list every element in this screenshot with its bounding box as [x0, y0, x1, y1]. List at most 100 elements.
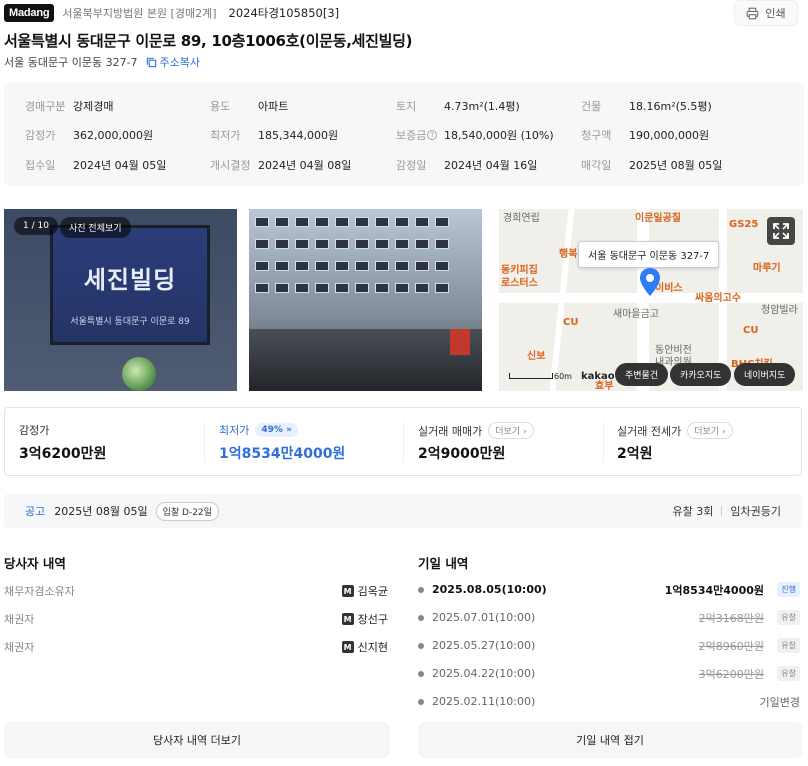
notice-date: 2025년 08월 05일 — [54, 505, 148, 518]
more-button[interactable]: 더보기 › — [687, 422, 733, 439]
brand-logo[interactable]: Madang — [4, 4, 55, 22]
logo-emblem — [122, 357, 156, 391]
info-label: 경매구분 — [25, 100, 66, 113]
copy-icon — [146, 57, 156, 67]
view-all-photos-button[interactable]: 사진 전체보기 — [60, 217, 131, 238]
info-appraisal: 감정가 362,000,000원 — [25, 127, 153, 143]
price-summary-panel: 감정가 3억6200만원 최저가 49% » 1억8534만4000원 실거래 매… — [4, 407, 802, 476]
status-badge: 유찰 — [777, 638, 800, 653]
more-label: 더보기 — [694, 427, 720, 437]
status-badge: 유찰 — [777, 666, 800, 681]
copy-address-button[interactable]: 주소복사 — [146, 54, 200, 70]
map-label: CU — [563, 317, 579, 328]
divider — [603, 422, 604, 462]
copy-address-label: 주소복사 — [159, 56, 201, 69]
price-label-text: 실거래 전세가 — [617, 424, 682, 438]
bid-dday-badge: 입찰 D-22일 — [155, 501, 219, 521]
nearby-items-button[interactable]: 주변물건 — [615, 363, 669, 386]
status-dot — [418, 642, 424, 649]
info-label-text: 보증금 — [396, 129, 427, 142]
info-received: 접수일 2024년 04월 05일 — [25, 157, 166, 173]
price-label: 실거래 매매가 더보기 › — [418, 422, 534, 439]
lease-register-label: 임차권등기 — [730, 505, 781, 518]
price-label: 실거래 전세가 더보기 › — [617, 422, 733, 439]
store-sign — [450, 329, 470, 355]
property-photo-2[interactable] — [249, 209, 482, 391]
location-map[interactable]: 경희연립 이문일공칠 GS25 행복 동키피집 로스터스 이비스 마루기 싸움의… — [499, 209, 803, 391]
member-icon: M — [341, 585, 354, 597]
window-row — [249, 217, 482, 227]
history-fold-button[interactable]: 기일 내역 접기 — [418, 722, 802, 758]
naver-map-button[interactable]: 네이버지도 — [734, 363, 796, 386]
discount-percent: 49% — [261, 425, 283, 435]
parties-title: 당사자 내역 — [4, 556, 66, 571]
party-name: 김옥균 — [357, 585, 388, 598]
auction-info-panel: 경매구분 강제경매 용도 아파트 토지 4.73m²(1.4평) 건물 18.16m²(… — [4, 82, 804, 186]
print-label: 인쇄 — [765, 7, 786, 20]
status-badge: 진행 — [777, 582, 800, 597]
info-label: 건물 — [581, 100, 602, 113]
divider — [204, 422, 205, 462]
divider — [721, 506, 723, 516]
lot-address: 서울 동대문구 이문동 327-7 — [4, 56, 138, 69]
page-title: 서울특별시 동대문구 이문로 89, 10층1006호(이문동,세진빌딩) — [4, 32, 413, 50]
kakao-map-button[interactable]: 카카오지도 — [670, 363, 732, 386]
chevron-right-icon: › — [522, 427, 527, 437]
party-row: 채무자겸소유자 M 김옥균 — [4, 583, 390, 599]
notice-bar: 공고 2025년 08월 05일 입찰 D-22일 유찰 3회 임차권등기 — [4, 494, 802, 528]
party-role: 채권자 — [4, 641, 35, 654]
info-value: 아파트 — [258, 100, 289, 113]
info-deposit: 보증금? 18,540,000원 (10%) — [396, 127, 554, 143]
info-claim: 청구액 190,000,000원 — [581, 127, 709, 143]
lot-address-line: 서울 동대문구 이문동 327-7 주소복사 — [4, 54, 200, 70]
parties-more-button[interactable]: 당사자 내역 더보기 — [4, 722, 390, 758]
member-icon: M — [341, 641, 354, 653]
info-building: 건물 18.16m²(5.5평) — [581, 98, 712, 114]
more-label: 더보기 — [495, 427, 521, 437]
price-label-text: 실거래 매매가 — [418, 424, 483, 438]
status-dot — [418, 614, 424, 621]
price-label-text: 최저가 — [219, 424, 250, 437]
info-value: 185,344,000원 — [258, 129, 339, 142]
map-address-tooltip: 서울 동대문구 이문동 327-7 — [578, 241, 720, 268]
info-label: 토지 — [396, 100, 417, 113]
history-price: 3억6200만원 — [698, 667, 764, 681]
history-date: 2025.05.27(10:00) — [432, 639, 536, 652]
info-value: 190,000,000원 — [629, 129, 710, 142]
more-button[interactable]: 더보기 › — [488, 422, 534, 439]
info-label: 접수일 — [25, 159, 56, 172]
party-name-group[interactable]: M 신지현 — [341, 639, 388, 655]
header-bar: Madang 서울북부지방법원 본원 [경매2계] 2024타경105850[3… — [4, 0, 804, 26]
price-label: 최저가 49% » — [219, 422, 298, 438]
info-usage: 용도 아파트 — [210, 98, 288, 114]
map-label: 이문일공칠 — [635, 213, 681, 224]
info-value: 2024년 04월 05일 — [73, 159, 167, 172]
party-row: 채권자 M 장선구 — [4, 611, 390, 627]
history-price: 1억8534만4000원 — [664, 583, 764, 597]
member-icon: M — [341, 613, 354, 625]
window-row — [249, 261, 482, 271]
info-label: 감정일 — [396, 159, 427, 172]
map-label: 로스터스 — [501, 278, 538, 289]
property-photo-1[interactable]: 세진빌딩 서울특별시 동대문구 이문로 89 1 / 10 사진 전체보기 — [4, 209, 237, 391]
photo-counter: 1 / 10 — [14, 217, 58, 235]
map-scale-bar — [509, 373, 553, 379]
party-name-group[interactable]: M 김옥균 — [341, 583, 388, 599]
expand-map-button[interactable] — [767, 217, 795, 245]
history-row: 2025.07.01(10:00) 2억3168만원 유찰 — [418, 610, 802, 625]
info-value: 2025년 08월 05일 — [629, 159, 723, 172]
party-name-group[interactable]: M 장선구 — [341, 611, 388, 627]
printer-icon — [747, 7, 759, 19]
info-value: 2024년 04월 08일 — [258, 159, 352, 172]
price-value: 2억원 — [617, 446, 653, 462]
history-price: 2억3168만원 — [698, 611, 764, 625]
info-label: 청구액 — [581, 129, 612, 142]
building-sign: 세진빌딩 서울특별시 동대문구 이문로 89 — [50, 225, 210, 345]
info-minimum: 최저가 185,344,000원 — [210, 127, 338, 143]
help-icon[interactable]: ? — [427, 130, 438, 140]
info-commencement: 개시결정 2024년 04월 08일 — [210, 157, 351, 173]
expand-icon — [773, 223, 789, 239]
print-button[interactable]: 인쇄 — [734, 0, 798, 26]
info-label: 매각일 — [581, 159, 612, 172]
info-value: 18.16m²(5.5평) — [629, 100, 712, 113]
